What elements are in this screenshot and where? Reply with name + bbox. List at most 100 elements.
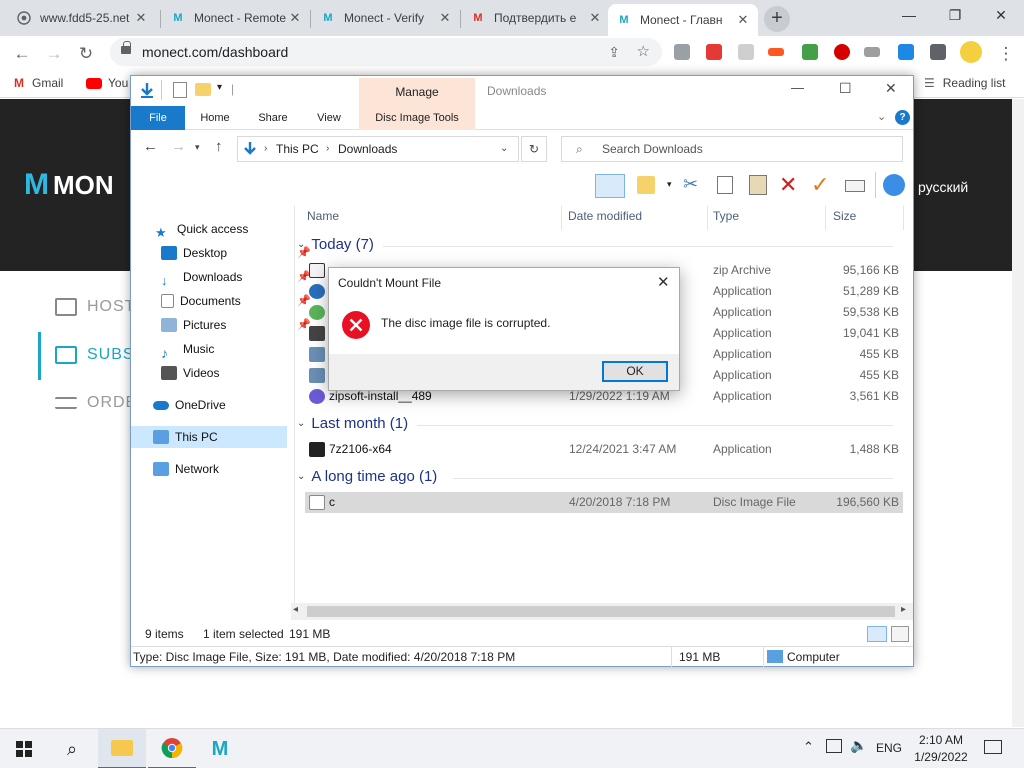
horizontal-scrollbar[interactable]: ◂ ▸ [291, 603, 913, 620]
browser-tab[interactable]: M Подтвердить e ✕ [462, 4, 610, 32]
new-tab-button[interactable]: + [764, 6, 790, 32]
tab-view[interactable]: View [305, 106, 353, 130]
tab-share[interactable]: Share [247, 106, 299, 130]
column-name[interactable]: Name [307, 208, 339, 228]
back-icon[interactable]: ← [10, 42, 34, 66]
site-menu-host[interactable]: HOST [55, 298, 135, 316]
search-input[interactable]: ⌕ Search Downloads [561, 136, 903, 162]
start-button[interactable] [0, 729, 48, 768]
puzzle-extensions-icon[interactable] [930, 44, 946, 60]
file-explorer-taskbar-button[interactable] [98, 729, 146, 768]
column-size[interactable]: Size [833, 208, 856, 228]
group-long-time-ago[interactable]: ⌄ A long time ago (1) [297, 468, 893, 485]
extension-icon[interactable] [706, 44, 722, 60]
extension-icon[interactable] [738, 44, 754, 60]
extension-icon[interactable] [674, 44, 690, 60]
paste-icon[interactable] [749, 175, 767, 195]
new-folder-icon[interactable] [195, 83, 211, 96]
extension-icon[interactable] [802, 44, 818, 60]
site-menu-subscription[interactable]: SUBS [55, 346, 135, 364]
forward-icon[interactable]: → [42, 42, 66, 66]
tab-home[interactable]: Home [189, 106, 241, 130]
expand-ribbon-icon[interactable]: ⌄ [877, 110, 886, 123]
chrome-taskbar-button[interactable] [148, 729, 196, 768]
extension-icon[interactable] [834, 44, 850, 60]
browser-tab-active[interactable]: M Monect - Главн ✕ [608, 4, 758, 36]
globe-icon[interactable] [883, 174, 905, 196]
bookmark-gmail[interactable]: M Gmail [14, 76, 63, 90]
forward-icon[interactable]: → [171, 138, 186, 155]
copy-icon[interactable] [717, 176, 733, 194]
close-icon[interactable]: ✕ [657, 273, 670, 291]
site-menu-orders[interactable]: ORDE [55, 394, 137, 412]
up-icon[interactable]: ↑ [215, 138, 223, 155]
close-tab-icon[interactable]: ✕ [736, 12, 750, 28]
details-view-icon[interactable] [867, 626, 887, 642]
show-hidden-icons-icon[interactable]: ⌃ [803, 739, 814, 755]
breadcrumb-downloads[interactable]: Downloads [338, 137, 397, 161]
checkmark-icon[interactable]: ✓ [811, 172, 829, 198]
page-scrollbar[interactable] [1012, 99, 1024, 727]
properties-icon[interactable] [173, 82, 187, 98]
nav-network[interactable]: Network [153, 458, 309, 480]
close-icon[interactable]: ✕ [885, 80, 897, 97]
share-icon[interactable]: ⇪ [608, 38, 620, 66]
language-selector[interactable]: русский [918, 179, 968, 195]
scroll-right-icon[interactable]: ▸ [901, 604, 906, 615]
rename-icon[interactable] [845, 180, 865, 192]
nav-quick-access[interactable]: ★ Quick access [155, 218, 311, 240]
bookmark-youtube[interactable]: You [86, 76, 128, 90]
address-dropdown-icon[interactable]: ⌄ [500, 137, 508, 161]
recent-locations-icon[interactable]: ▾ [195, 142, 200, 153]
minimize-icon[interactable]: — [791, 80, 804, 95]
reading-list-button[interactable]: ☰ Reading list [924, 76, 1005, 90]
network-status-icon[interactable] [826, 739, 842, 753]
minimize-icon[interactable]: — [886, 0, 932, 32]
bookmark-star-icon[interactable]: ☆ [637, 38, 650, 66]
group-today[interactable]: ⌄ Today (7) [297, 236, 893, 253]
file-row[interactable]: 7z2106-x64 12/24/2021 3:47 AM Application 1… [305, 439, 903, 460]
close-window-icon[interactable]: ✕ [978, 0, 1024, 32]
column-type[interactable]: Type [713, 208, 739, 228]
help-icon[interactable]: ? [895, 110, 910, 125]
breadcrumb-this-pc[interactable]: This PC [276, 137, 319, 161]
preview-pane-icon[interactable] [595, 174, 625, 198]
column-date-modified[interactable]: Date modified [568, 208, 642, 228]
extension-icon[interactable] [768, 48, 784, 56]
close-tab-icon[interactable]: ✕ [134, 10, 148, 26]
back-icon[interactable]: ← [143, 138, 158, 155]
clock-time[interactable]: 2:10 AM [916, 733, 966, 747]
group-last-month[interactable]: ⌄ Last month (1) [297, 415, 893, 432]
tab-disc-image-tools[interactable]: Disc Image Tools [359, 106, 475, 130]
profile-avatar[interactable] [960, 41, 982, 63]
scrollbar-thumb[interactable] [307, 606, 895, 617]
tab-file[interactable]: File [131, 106, 185, 130]
browser-tab[interactable]: www.fdd5-25.net ✕ [8, 4, 156, 32]
nav-this-pc[interactable]: This PC [131, 426, 287, 448]
chrome-menu-icon[interactable]: ⋮ [994, 42, 1018, 66]
ok-button[interactable]: OK [602, 361, 668, 382]
search-icon[interactable]: ⌕ [48, 729, 96, 768]
restore-icon[interactable]: ❐ [932, 0, 978, 32]
close-tab-icon[interactable]: ✕ [438, 10, 452, 26]
clock-date[interactable]: 1/29/2022 [912, 750, 970, 764]
site-logo[interactable]: M MON [24, 168, 114, 202]
close-tab-icon[interactable]: ✕ [288, 10, 302, 26]
address-bar[interactable]: monect.com/dashboard ⇪ ☆ [110, 38, 662, 66]
notifications-icon[interactable] [984, 740, 1002, 754]
customize-quick-access-icon[interactable]: ▾ [217, 82, 222, 93]
maximize-icon[interactable]: ☐ [839, 80, 852, 97]
folder-options-icon[interactable] [637, 176, 655, 194]
dropdown-icon[interactable]: ▾ [667, 179, 672, 190]
delete-icon[interactable]: ✕ [779, 172, 797, 198]
file-row-selected[interactable]: c 4/20/2018 7:18 PM Disc Image File 196,560… [305, 492, 903, 513]
close-tab-icon[interactable]: ✕ [588, 10, 602, 26]
reload-icon[interactable]: ↻ [74, 42, 98, 66]
browser-tab[interactable]: M Monect - Verify ✕ [312, 4, 460, 32]
extension-icon[interactable] [864, 47, 880, 57]
address-breadcrumb[interactable]: › This PC › Downloads ⌄ [237, 136, 519, 162]
large-icons-view-icon[interactable] [891, 626, 909, 642]
monect-taskbar-button[interactable]: M [196, 729, 244, 768]
refresh-icon[interactable]: ↻ [521, 136, 547, 162]
input-language[interactable]: ENG [876, 741, 902, 755]
